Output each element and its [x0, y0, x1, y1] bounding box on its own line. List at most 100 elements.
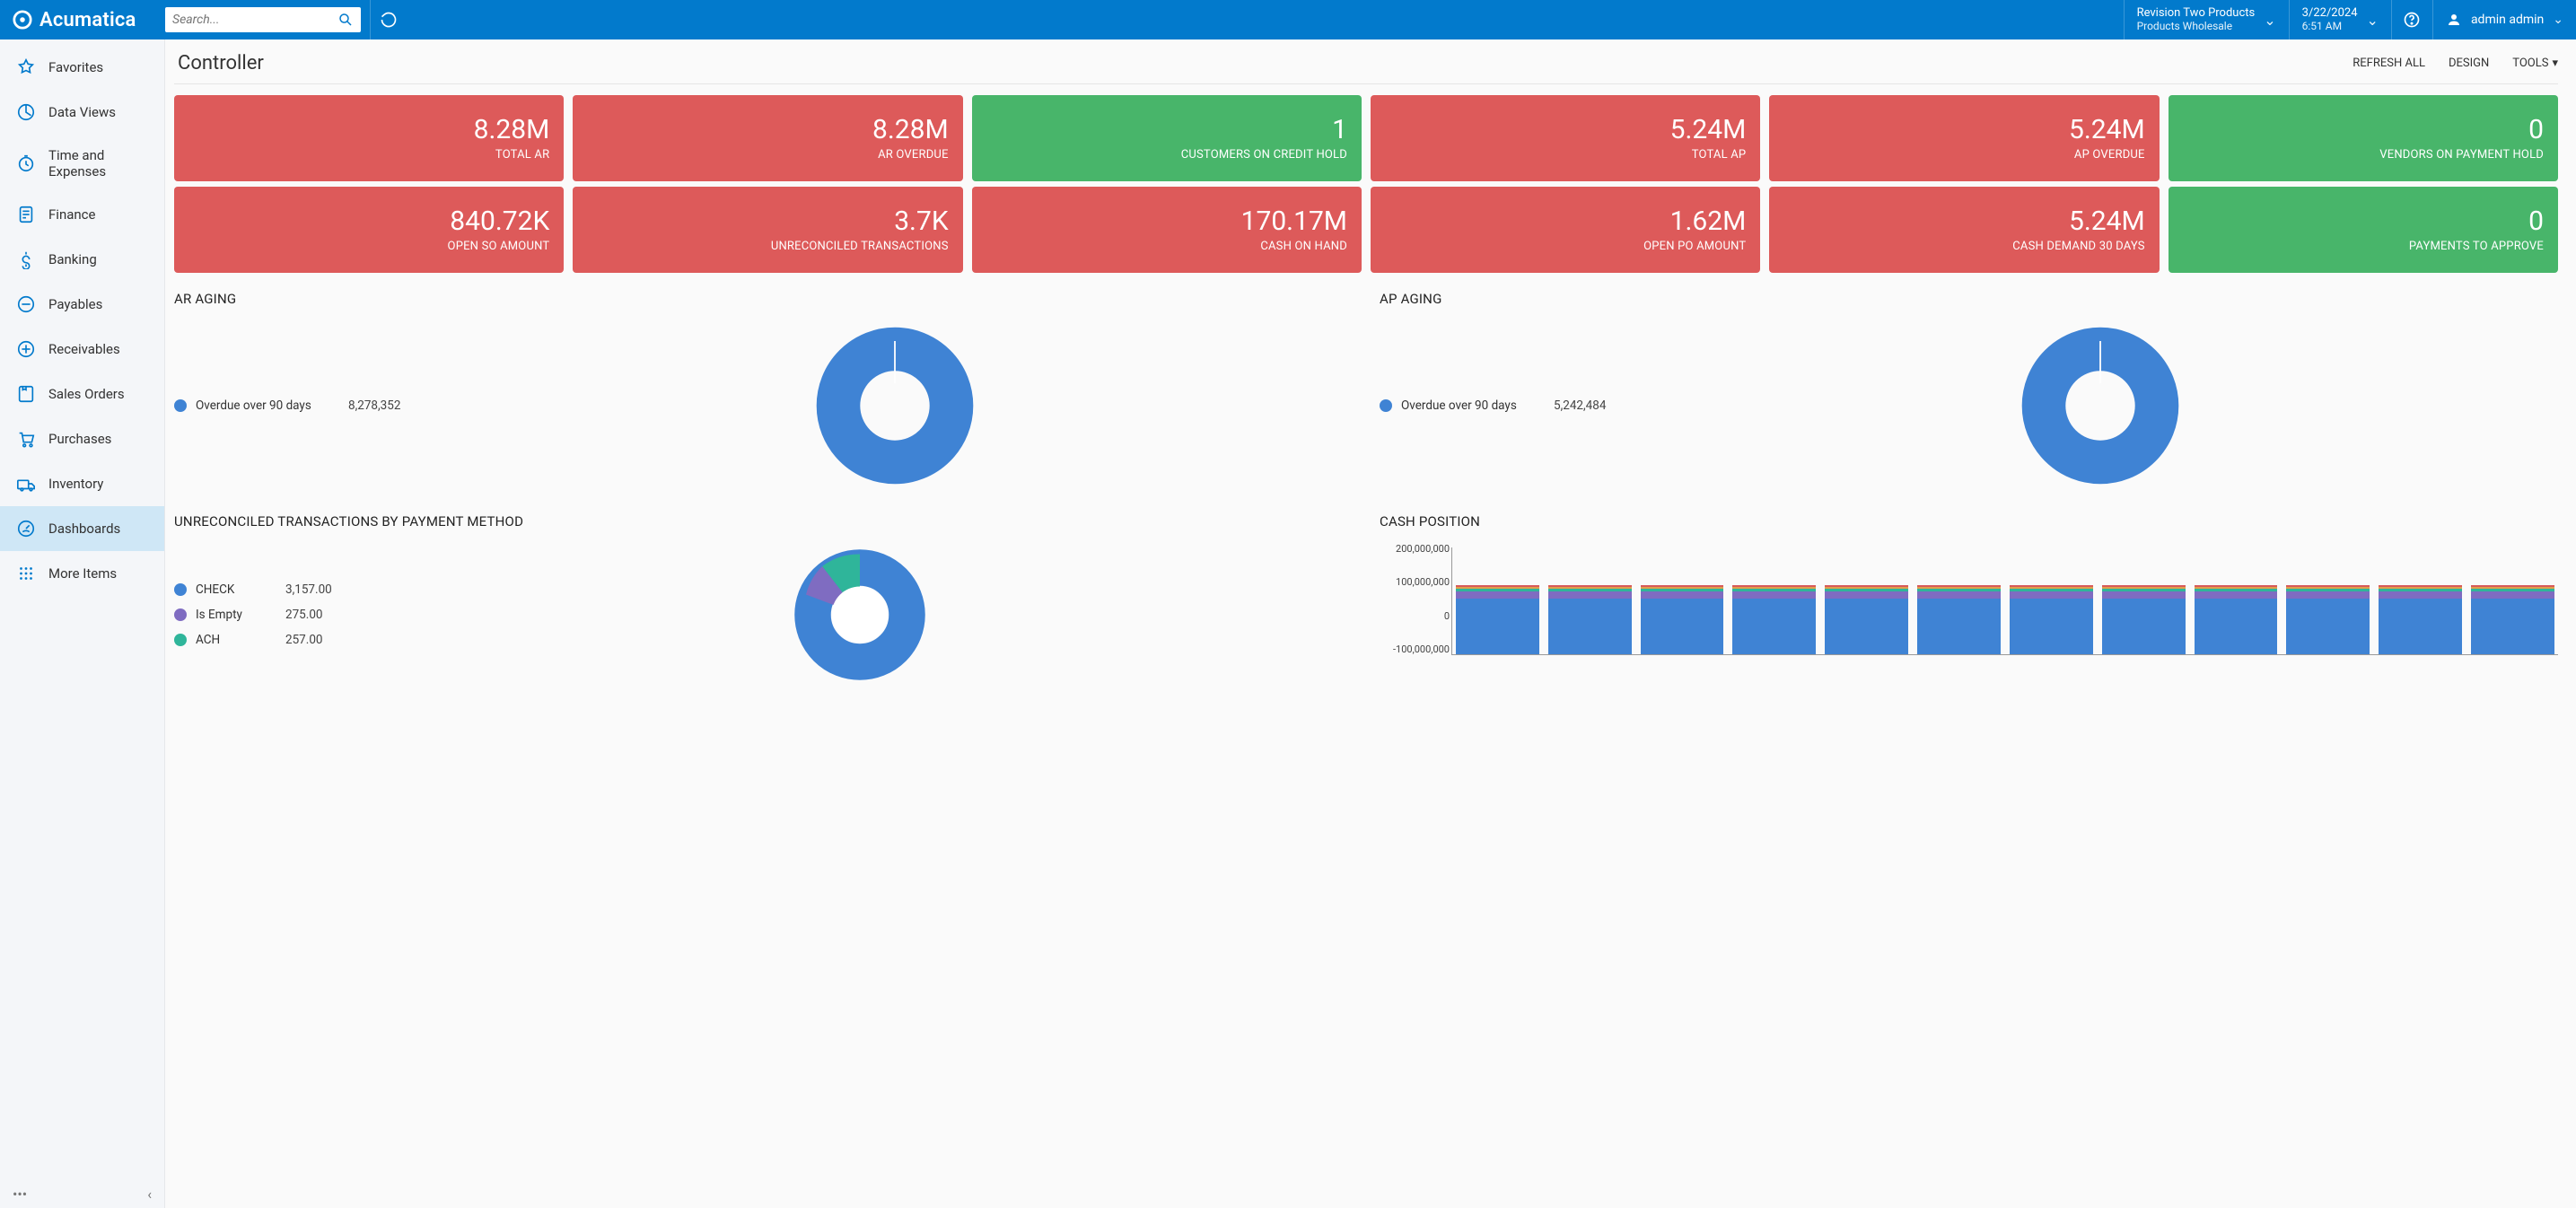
kpi-total-ar[interactable]: 8.28MTOTAL AR — [174, 95, 564, 181]
sidebar-item-payables[interactable]: Payables — [0, 282, 164, 327]
sidebar-item-more-items[interactable]: More Items — [0, 551, 164, 596]
business-date[interactable]: 3/22/2024 6:51 AM ⌄ — [2289, 0, 2391, 39]
kpi-label: CASH DEMAND 30 DAYS — [2012, 240, 2144, 253]
sidebar-item-receivables[interactable]: Receivables — [0, 327, 164, 372]
sidebar-item-purchases[interactable]: Purchases — [0, 416, 164, 461]
search-wrap — [165, 0, 370, 39]
sidebar-item-label: Inventory — [48, 476, 103, 492]
legend-label: CHECK — [196, 582, 276, 597]
legend-value: 8,278,352 — [348, 398, 400, 413]
time-text: 6:51 AM — [2302, 21, 2358, 33]
sidebar-item-data-views[interactable]: Data Views — [0, 90, 164, 135]
legend-row: ACH 257.00 — [174, 633, 332, 647]
chevron-down-icon: ⌄ — [2553, 13, 2563, 27]
legend-value: 5,242,484 — [1554, 398, 1606, 413]
search-input[interactable] — [172, 13, 337, 27]
sidebar-item-label: Dashboards — [48, 521, 120, 537]
kpi-value: 8.28M — [474, 115, 550, 144]
design-button[interactable]: DESIGN — [2449, 57, 2489, 70]
kpi-value: 3.7K — [894, 206, 948, 236]
unreconciled-donut — [770, 547, 950, 682]
refresh-all-button[interactable]: REFRESH ALL — [2353, 57, 2425, 70]
user-menu[interactable]: admin admin ⌄ — [2432, 0, 2576, 39]
sidebar-item-time-and-expenses[interactable]: Time and Expenses — [0, 135, 164, 192]
brand-icon — [13, 10, 32, 30]
ar-aging-donut — [814, 325, 976, 486]
legend-row: Is Empty 275.00 — [174, 608, 332, 622]
kpi-value: 8.28M — [872, 115, 949, 144]
kpi-label: AR OVERDUE — [878, 148, 949, 162]
kpi-open-po-amount[interactable]: 1.62MOPEN PO AMOUNT — [1371, 187, 1760, 273]
search-box[interactable] — [165, 7, 361, 32]
kpi-label: TOTAL AP — [1692, 148, 1747, 162]
bar — [1548, 585, 1632, 654]
legend-row: Overdue over 90 days 8,278,352 — [174, 398, 400, 413]
kpi-payments-to-approve[interactable]: 0PAYMENTS TO APPROVE — [2169, 187, 2558, 273]
more-icon[interactable]: ••• — [13, 1186, 27, 1203]
kpi-ap-overdue[interactable]: 5.24MAP OVERDUE — [1769, 95, 2159, 181]
kpi-value: 5.24M — [2069, 115, 2145, 144]
sidebar-item-label: More Items — [48, 565, 117, 582]
refresh-icon — [380, 11, 398, 29]
kpi-label: UNRECONCILED TRANSACTIONS — [771, 240, 949, 253]
kpi-open-so-amount[interactable]: 840.72KOPEN SO AMOUNT — [174, 187, 564, 273]
bar — [1732, 585, 1816, 654]
sidebar-footer: ••• ‹ — [0, 1179, 164, 1208]
sidebar-item-dashboards[interactable]: Dashboards — [0, 506, 164, 551]
page-actions: REFRESH ALL DESIGN TOOLS ▾ — [2353, 57, 2558, 70]
kpi-customers-on-credit-hold[interactable]: 1CUSTOMERS ON CREDIT HOLD — [972, 95, 1362, 181]
kpi-cash-on-hand[interactable]: 170.17MCASH ON HAND — [972, 187, 1362, 273]
sidebar-item-label: Banking — [48, 251, 97, 267]
unreconciled-widget: UNRECONCILED TRANSACTIONS BY PAYMENT MET… — [174, 513, 1353, 682]
chevron-down-icon: ⌄ — [2264, 12, 2275, 29]
sidebar-item-label: Finance — [48, 206, 95, 223]
legend-row: Overdue over 90 days5,242,484 — [1380, 398, 1606, 413]
user-icon — [2446, 12, 2462, 28]
legend-value: 3,157.00 — [285, 582, 332, 597]
sidebar-item-favorites[interactable]: Favorites — [0, 45, 164, 90]
kpi-ar-overdue[interactable]: 8.28M AR OVERDUE — [573, 95, 962, 181]
bar — [2379, 585, 2462, 654]
ar-aging-widget: AR AGING Overdue over 90 days8,278,352 — [174, 291, 1353, 486]
brand-logo[interactable]: Acumatica — [0, 0, 165, 39]
sidebar-item-label: Purchases — [48, 431, 111, 447]
unreconciled-title: UNRECONCILED TRANSACTIONS BY PAYMENT MET… — [174, 513, 1353, 530]
cash-position-title: CASH POSITION — [1380, 513, 2558, 530]
legend-value: 257.00 — [285, 633, 323, 647]
bar — [1456, 585, 1539, 654]
search-icon[interactable] — [337, 12, 354, 28]
bar — [2010, 585, 2093, 654]
kpi-vendors-on-payment-hold[interactable]: 0VENDORS ON PAYMENT HOLD — [2169, 95, 2558, 181]
ap-aging-widget: AP AGING Overdue over 90 days5,242,484 — [1380, 291, 2558, 486]
ap-aging-title: AP AGING — [1380, 291, 2558, 307]
sidebar-item-inventory[interactable]: Inventory — [0, 461, 164, 506]
sidebar-item-label: Payables — [48, 296, 102, 312]
legend-label: Is Empty — [196, 608, 276, 622]
sidebar-item-sales-orders[interactable]: Sales Orders — [0, 372, 164, 416]
collapse-icon[interactable]: ‹ — [147, 1186, 152, 1203]
kpi-unreconciled-transactions[interactable]: 3.7K UNRECONCILED TRANSACTIONS — [573, 187, 962, 273]
legend-label: ACH — [196, 633, 276, 647]
legend-swatch — [174, 583, 187, 596]
legend-label: Overdue over 90 days — [196, 398, 339, 413]
legend-value: 275.00 — [285, 608, 323, 622]
bar — [1825, 585, 1908, 654]
sidebar-item-label: Favorites — [48, 59, 103, 75]
refresh-button[interactable] — [370, 0, 406, 39]
kpi-cash-demand-30-days[interactable]: 5.24MCASH DEMAND 30 DAYS — [1769, 187, 2159, 273]
help-button[interactable] — [2391, 0, 2432, 39]
sidebar-item-finance[interactable]: Finance — [0, 192, 164, 237]
bar — [2195, 585, 2278, 654]
ap-aging-donut — [2020, 325, 2181, 486]
kpi-total-ap[interactable]: 5.24MTOTAL AP — [1371, 95, 1760, 181]
sidebar-item-label: Sales Orders — [48, 386, 125, 402]
kpi-label: VENDORS ON PAYMENT HOLD — [2379, 148, 2544, 162]
sidebar-item-banking[interactable]: Banking — [0, 237, 164, 282]
help-icon — [2403, 11, 2421, 29]
tenant-selector[interactable]: Revision Two Products Products Wholesale… — [2124, 0, 2289, 39]
legend-swatch — [174, 399, 187, 412]
tenant-line2: Products Wholesale — [2137, 21, 2256, 33]
tools-button[interactable]: TOOLS ▾ — [2512, 57, 2558, 70]
sidebar-item-label: Data Views — [48, 104, 116, 120]
caret-down-icon: ▾ — [2552, 57, 2558, 70]
